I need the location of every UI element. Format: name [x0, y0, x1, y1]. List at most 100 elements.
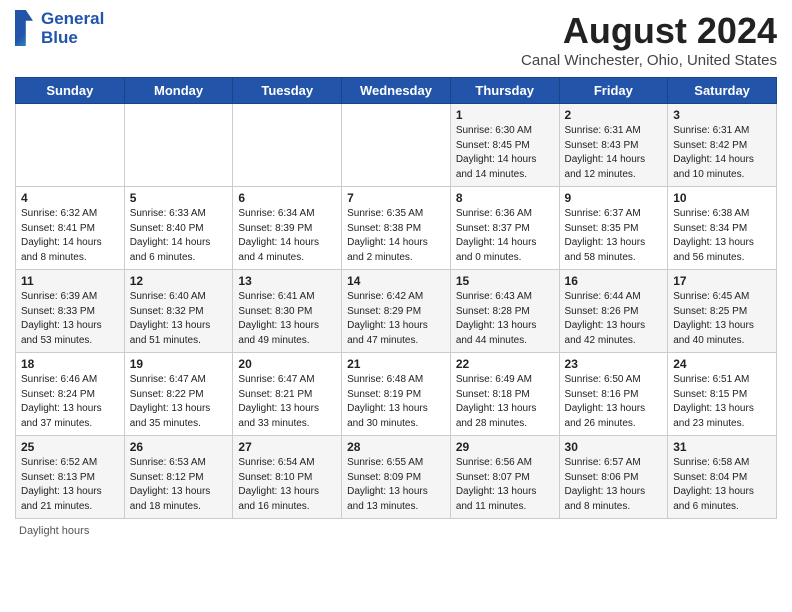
day-info: Sunrise: 6:44 AM Sunset: 8:26 PM Dayligh… [565, 290, 663, 348]
day-info: Sunrise: 6:58 AM Sunset: 8:04 PM Dayligh… [673, 456, 771, 514]
day-info: Sunrise: 6:32 AM Sunset: 8:41 PM Dayligh… [21, 207, 119, 265]
calendar-week-5: 25 Sunrise: 6:52 AM Sunset: 8:13 PM Dayli… [16, 436, 777, 519]
day-info: Sunrise: 6:40 AM Sunset: 8:32 PM Dayligh… [130, 290, 228, 348]
day-number: 26 [130, 440, 228, 454]
day-number: 11 [21, 274, 119, 288]
day-info: Sunrise: 6:53 AM Sunset: 8:12 PM Dayligh… [130, 456, 228, 514]
calendar-cell: 25 Sunrise: 6:52 AM Sunset: 8:13 PM Dayli… [16, 436, 125, 519]
day-info: Sunrise: 6:43 AM Sunset: 8:28 PM Dayligh… [456, 290, 554, 348]
day-info: Sunrise: 6:42 AM Sunset: 8:29 PM Dayligh… [347, 290, 445, 348]
main-title: August 2024 [521, 10, 777, 52]
day-number: 29 [456, 440, 554, 454]
calendar-cell: 27Sunrise: 6:54 AM Sunset: 8:10 PM Dayli… [233, 436, 342, 519]
day-number: 21 [347, 357, 445, 371]
calendar-cell: 16 Sunrise: 6:44 AM Sunset: 8:26 PM Dayli… [559, 270, 668, 353]
calendar-table: SundayMondayTuesdayWednesdayThursdayFrid… [15, 77, 777, 519]
calendar-cell: 30 Sunrise: 6:57 AM Sunset: 8:06 PM Dayli… [559, 436, 668, 519]
day-info: Sunrise: 6:54 AM Sunset: 8:10 PM Dayligh… [238, 456, 336, 514]
day-number: 18 [21, 357, 119, 371]
logo: General Blue [15, 10, 104, 47]
day-info: Sunrise: 6:33 AM Sunset: 8:40 PM Dayligh… [130, 207, 228, 265]
calendar-header-row: SundayMondayTuesdayWednesdayThursdayFrid… [16, 78, 777, 104]
day-info: Sunrise: 6:47 AM Sunset: 8:22 PM Dayligh… [130, 373, 228, 431]
day-number: 12 [130, 274, 228, 288]
day-info: Sunrise: 6:56 AM Sunset: 8:07 PM Dayligh… [456, 456, 554, 514]
day-number: 30 [565, 440, 663, 454]
day-info: Sunrise: 6:38 AM Sunset: 8:34 PM Dayligh… [673, 207, 771, 265]
calendar-cell [16, 104, 125, 187]
day-info: Sunrise: 6:31 AM Sunset: 8:43 PM Dayligh… [565, 124, 663, 182]
day-info: Sunrise: 6:47 AM Sunset: 8:21 PM Dayligh… [238, 373, 336, 431]
calendar-cell: 3Sunrise: 6:31 AM Sunset: 8:42 PM Daylig… [668, 104, 777, 187]
day-info: Sunrise: 6:57 AM Sunset: 8:06 PM Dayligh… [565, 456, 663, 514]
footer: Daylight hours [15, 525, 777, 537]
calendar-cell: 5 Sunrise: 6:33 AM Sunset: 8:40 PM Daylig… [124, 187, 233, 270]
day-info: Sunrise: 6:30 AM Sunset: 8:45 PM Dayligh… [456, 124, 554, 182]
calendar-cell: 6 Sunrise: 6:34 AM Sunset: 8:39 PM Daylig… [233, 187, 342, 270]
day-info: Sunrise: 6:39 AM Sunset: 8:33 PM Dayligh… [21, 290, 119, 348]
day-info: Sunrise: 6:46 AM Sunset: 8:24 PM Dayligh… [21, 373, 119, 431]
day-header-friday: Friday [559, 78, 668, 104]
calendar-cell: 17 Sunrise: 6:45 AM Sunset: 8:25 PM Dayli… [668, 270, 777, 353]
calendar-cell: 23Sunrise: 6:50 AM Sunset: 8:16 PM Dayli… [559, 353, 668, 436]
calendar-cell: 8Sunrise: 6:36 AM Sunset: 8:37 PM Daylig… [450, 187, 559, 270]
calendar-cell: 31 Sunrise: 6:58 AM Sunset: 8:04 PM Dayli… [668, 436, 777, 519]
calendar-cell: 18 Sunrise: 6:46 AM Sunset: 8:24 PM Dayli… [16, 353, 125, 436]
day-header-monday: Monday [124, 78, 233, 104]
calendar-cell: 19 Sunrise: 6:47 AM Sunset: 8:22 PM Dayli… [124, 353, 233, 436]
calendar-cell [233, 104, 342, 187]
day-header-tuesday: Tuesday [233, 78, 342, 104]
calendar-cell: 9Sunrise: 6:37 AM Sunset: 8:35 PM Daylig… [559, 187, 668, 270]
calendar-cell: 20 Sunrise: 6:47 AM Sunset: 8:21 PM Dayli… [233, 353, 342, 436]
day-number: 25 [21, 440, 119, 454]
logo-line1: General [41, 10, 104, 29]
day-info: Sunrise: 6:52 AM Sunset: 8:13 PM Dayligh… [21, 456, 119, 514]
calendar-cell: 10 Sunrise: 6:38 AM Sunset: 8:34 PM Dayli… [668, 187, 777, 270]
day-info: Sunrise: 6:49 AM Sunset: 8:18 PM Dayligh… [456, 373, 554, 431]
day-header-thursday: Thursday [450, 78, 559, 104]
subtitle: Canal Winchester, Ohio, United States [521, 52, 777, 69]
day-number: 15 [456, 274, 554, 288]
day-number: 7 [347, 191, 445, 205]
title-block: August 2024 Canal Winchester, Ohio, Unit… [521, 10, 777, 69]
day-info: Sunrise: 6:34 AM Sunset: 8:39 PM Dayligh… [238, 207, 336, 265]
calendar-cell: 21 Sunrise: 6:48 AM Sunset: 8:19 PM Dayli… [342, 353, 451, 436]
calendar-cell: 12 Sunrise: 6:40 AM Sunset: 8:32 PM Dayli… [124, 270, 233, 353]
calendar-cell [124, 104, 233, 187]
day-info: Sunrise: 6:51 AM Sunset: 8:15 PM Dayligh… [673, 373, 771, 431]
day-number: 9 [565, 191, 663, 205]
day-number: 17 [673, 274, 771, 288]
day-header-sunday: Sunday [16, 78, 125, 104]
day-info: Sunrise: 6:48 AM Sunset: 8:19 PM Dayligh… [347, 373, 445, 431]
day-number: 10 [673, 191, 771, 205]
day-info: Sunrise: 6:45 AM Sunset: 8:25 PM Dayligh… [673, 290, 771, 348]
day-number: 6 [238, 191, 336, 205]
day-number: 3 [673, 108, 771, 122]
day-number: 24 [673, 357, 771, 371]
day-number: 16 [565, 274, 663, 288]
day-number: 5 [130, 191, 228, 205]
calendar-cell: 1Sunrise: 6:30 AM Sunset: 8:45 PM Daylig… [450, 104, 559, 187]
calendar-cell: 13Sunrise: 6:41 AM Sunset: 8:30 PM Dayli… [233, 270, 342, 353]
calendar-cell: 4 Sunrise: 6:32 AM Sunset: 8:41 PM Daylig… [16, 187, 125, 270]
day-number: 19 [130, 357, 228, 371]
day-info: Sunrise: 6:36 AM Sunset: 8:37 PM Dayligh… [456, 207, 554, 265]
calendar-cell: 22Sunrise: 6:49 AM Sunset: 8:18 PM Dayli… [450, 353, 559, 436]
day-number: 2 [565, 108, 663, 122]
calendar-cell: 26 Sunrise: 6:53 AM Sunset: 8:12 PM Dayli… [124, 436, 233, 519]
calendar-cell: 24 Sunrise: 6:51 AM Sunset: 8:15 PM Dayli… [668, 353, 777, 436]
calendar-cell: 14Sunrise: 6:42 AM Sunset: 8:29 PM Dayli… [342, 270, 451, 353]
calendar-cell [342, 104, 451, 187]
calendar-cell: 11 Sunrise: 6:39 AM Sunset: 8:33 PM Dayli… [16, 270, 125, 353]
day-number: 4 [21, 191, 119, 205]
day-number: 23 [565, 357, 663, 371]
calendar-cell: 29 Sunrise: 6:56 AM Sunset: 8:07 PM Dayli… [450, 436, 559, 519]
day-number: 28 [347, 440, 445, 454]
calendar-week-2: 4 Sunrise: 6:32 AM Sunset: 8:41 PM Daylig… [16, 187, 777, 270]
day-number: 20 [238, 357, 336, 371]
calendar-week-3: 11 Sunrise: 6:39 AM Sunset: 8:33 PM Dayli… [16, 270, 777, 353]
day-number: 13 [238, 274, 336, 288]
calendar-week-4: 18 Sunrise: 6:46 AM Sunset: 8:24 PM Dayli… [16, 353, 777, 436]
day-number: 31 [673, 440, 771, 454]
page-header: General Blue August 2024 Canal Wincheste… [15, 10, 777, 69]
